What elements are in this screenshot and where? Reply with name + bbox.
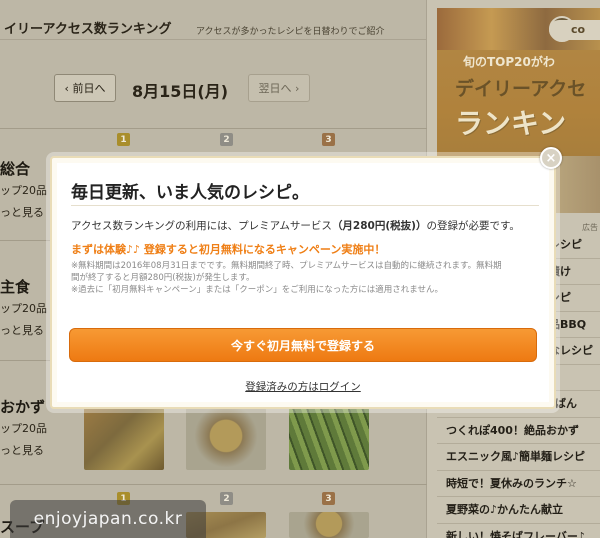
modal-divider: [71, 205, 539, 206]
close-icon[interactable]: ×: [540, 147, 562, 169]
modal-note: 間が終了すると月額280円(税抜)が発生します。: [71, 273, 255, 283]
modal-body: 毎日更新、いま人気のレシピ。 アクセス数ランキングの利用には、プレミアムサービス…: [57, 163, 549, 402]
modal-note: ※無料期間は2016年08月31日までです。無料期間終了時、プレミアムサービスは…: [71, 261, 502, 271]
campaign-promo: まずは体験♪♪ 登録すると初月無料になるキャンペーン実施中！: [71, 243, 386, 256]
login-link[interactable]: 登録済みの方はログイン: [57, 379, 549, 394]
desc-prefix: アクセス数ランキングの利用には、プレミアムサービス: [71, 220, 332, 232]
premium-modal: 毎日更新、いま人気のレシピ。 アクセス数ランキングの利用には、プレミアムサービス…: [50, 156, 556, 409]
register-free-button[interactable]: 今すぐ初月無料で登録する: [69, 328, 537, 362]
modal-description: アクセス数ランキングの利用には、プレミアムサービス（月280円(税抜)）の登録が…: [71, 218, 520, 233]
desc-suffix: の登録が必要です。: [426, 220, 520, 232]
watermark: enjoyjapan.co.kr: [10, 500, 206, 538]
desc-price: （月280円(税抜)）: [331, 220, 427, 232]
modal-note: ※過去に「初月無料キャンペーン」または「クーポン」をご利用になった方には適用され…: [71, 285, 443, 295]
modal-title: 毎日更新、いま人気のレシピ。: [71, 183, 309, 203]
